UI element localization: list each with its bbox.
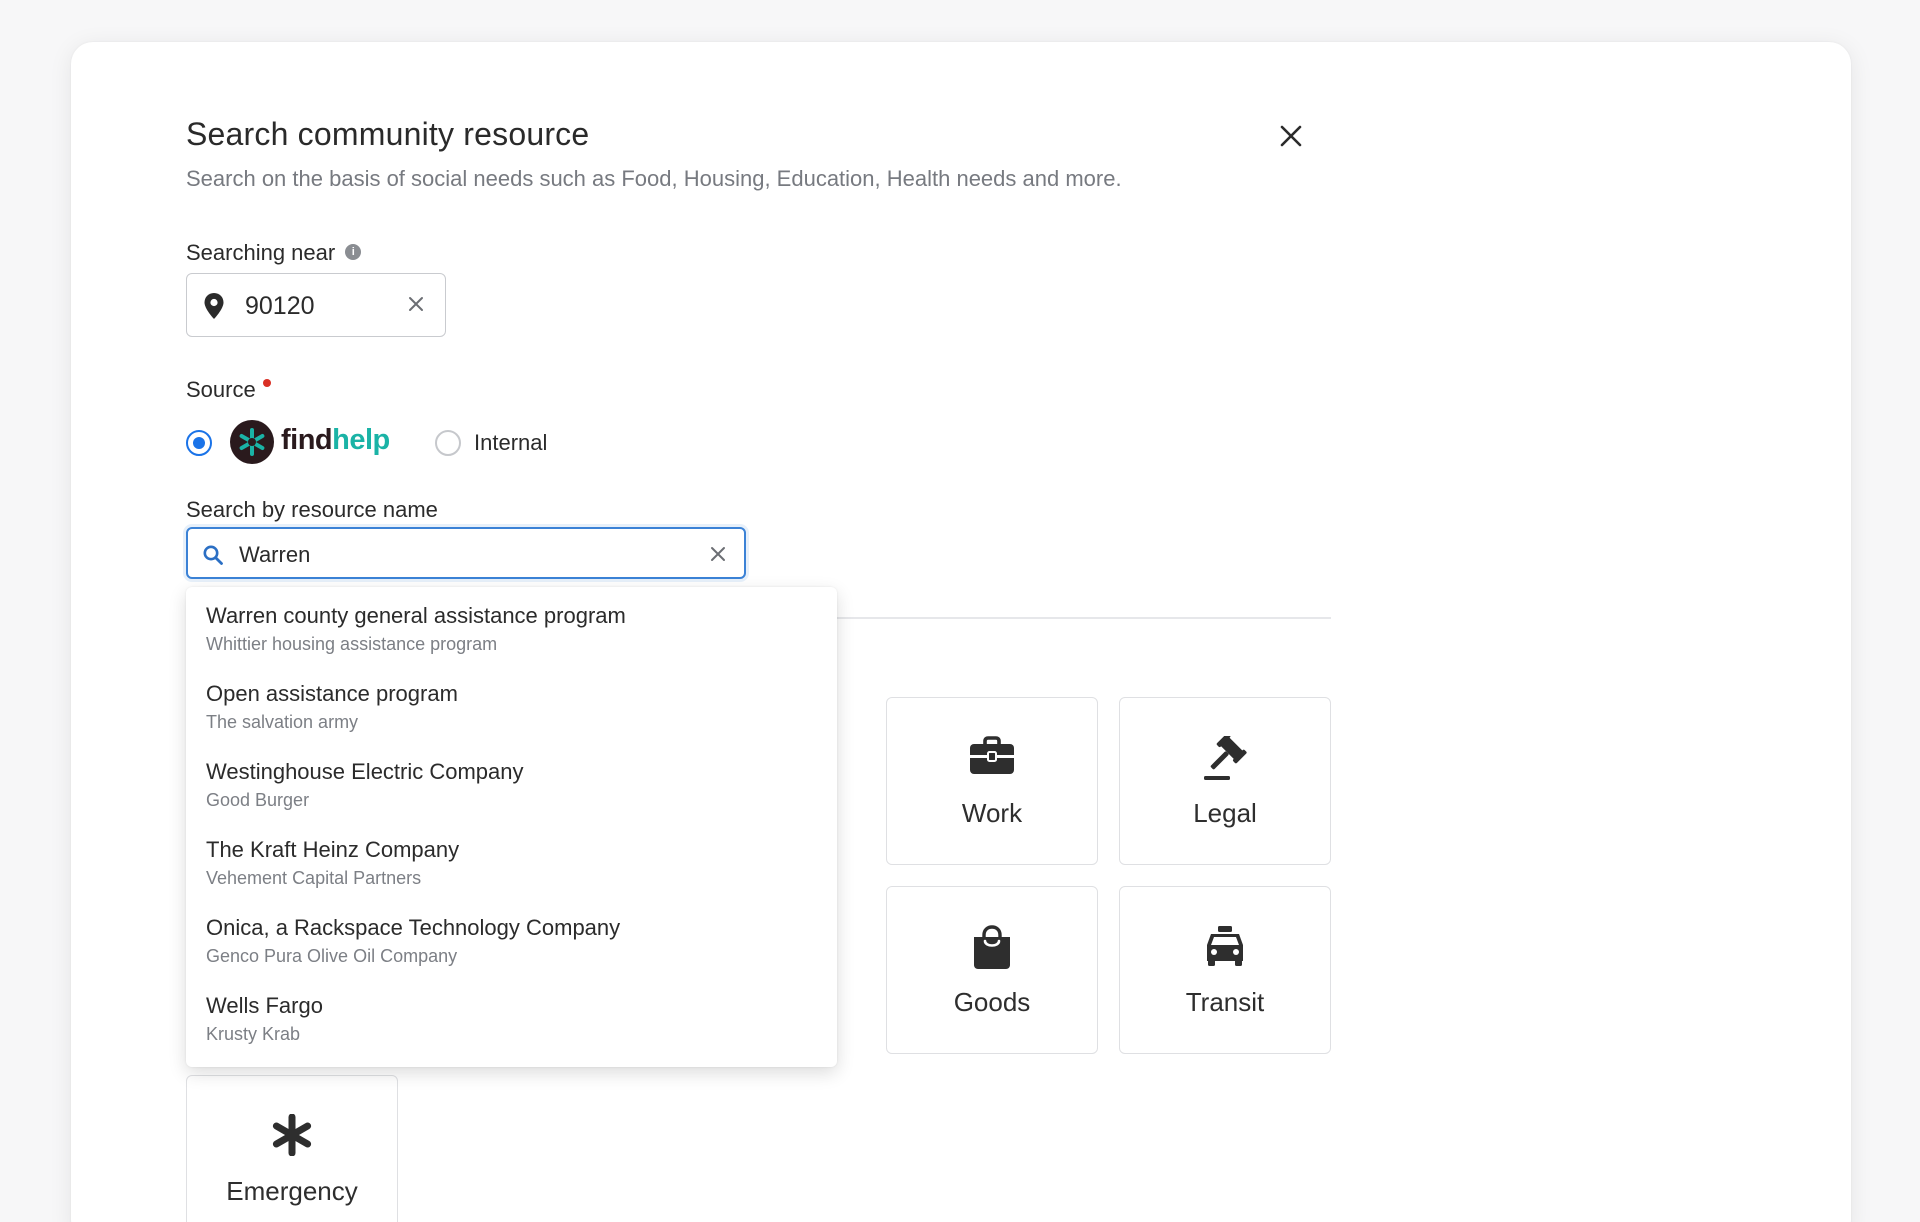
asterisk-icon xyxy=(272,1114,312,1156)
shopping-bag-icon xyxy=(974,925,1010,969)
category-tile-emergency[interactable]: Emergency xyxy=(186,1075,398,1222)
search-resource-dialog: Search community resource Search on the … xyxy=(71,42,1851,1222)
category-tile-legal[interactable]: Legal xyxy=(1119,697,1331,865)
findhelp-wordmark-part1: find xyxy=(281,424,333,456)
category-label: Transit xyxy=(1185,987,1265,1017)
source-radio-internal[interactable] xyxy=(435,430,461,456)
internal-option-label: Internal xyxy=(474,430,548,455)
suggestion-org: The salvation army xyxy=(206,712,359,732)
suggestion-item[interactable]: Onica, a Rackspace Technology Company Ge… xyxy=(186,899,837,977)
gavel-icon xyxy=(1204,736,1247,780)
suggestion-name: Westinghouse Electric Company xyxy=(206,759,524,784)
dialog-subtitle: Search on the basis of social needs such… xyxy=(186,166,1122,191)
source-radio-findhelp[interactable] xyxy=(186,430,212,456)
location-value: 90120 xyxy=(245,292,315,320)
suggestion-org: Whittier housing assistance program xyxy=(206,634,498,654)
category-tile-transit[interactable]: Transit xyxy=(1119,886,1331,1054)
suggestion-name: Open assistance program xyxy=(206,681,458,706)
suggestion-item[interactable]: The Kraft Heinz Company Vehement Capital… xyxy=(186,821,837,899)
suggestion-org: Good Burger xyxy=(206,790,310,810)
category-tile-work[interactable]: Work xyxy=(886,697,1098,865)
category-label: Work xyxy=(961,798,1023,828)
suggestion-name: The Kraft Heinz Company xyxy=(206,837,460,862)
searching-near-label: Searching near i xyxy=(186,240,362,266)
search-icon xyxy=(203,545,223,565)
close-button[interactable] xyxy=(1275,120,1307,152)
suggestion-org: Krusty Krab xyxy=(206,1024,301,1044)
suggestion-name: Onica, a Rackspace Technology Company xyxy=(206,915,621,940)
taxi-icon xyxy=(1207,926,1243,966)
suggestion-item[interactable]: Open assistance program The salvation ar… xyxy=(186,665,837,743)
briefcase-icon xyxy=(970,736,1014,774)
resource-search-value: Warren xyxy=(239,542,311,567)
suggestion-item[interactable]: Warren county general assistance program… xyxy=(186,587,837,665)
source-label: Source xyxy=(186,377,271,403)
suggestion-org: Vehement Capital Partners xyxy=(206,868,422,888)
suggestion-item[interactable]: Westinghouse Electric Company Good Burge… xyxy=(186,743,837,821)
suggestion-org: Genco Pura Olive Oil Company xyxy=(206,946,458,966)
close-icon xyxy=(1280,125,1302,147)
dialog-title: Search community resource xyxy=(186,116,590,152)
category-label: Legal xyxy=(1193,798,1257,828)
info-icon[interactable]: i xyxy=(345,244,362,261)
suggestion-name: Warren county general assistance program xyxy=(206,603,626,628)
searching-near-text: Searching near xyxy=(186,240,336,265)
suggestions-dropdown: Warren county general assistance program… xyxy=(186,587,837,1067)
location-pin-icon xyxy=(204,293,224,319)
findhelp-wordmark: findhelp xyxy=(281,424,390,457)
required-indicator xyxy=(262,379,271,387)
suggestion-name: Wells Fargo xyxy=(206,993,323,1018)
category-label: Emergency xyxy=(226,1176,358,1206)
resource-search-input[interactable]: Warren xyxy=(186,527,746,579)
source-text: Source xyxy=(186,377,256,402)
suggestion-item[interactable]: Wells Fargo Krusty Krab xyxy=(186,977,837,1055)
category-label: Goods xyxy=(953,987,1031,1017)
findhelp-wordmark-part2: help xyxy=(332,424,390,456)
resource-search-label: Search by resource name xyxy=(186,497,438,522)
findhelp-logo-icon xyxy=(230,420,274,464)
category-tile-goods[interactable]: Goods xyxy=(886,886,1098,1054)
clear-search-icon[interactable] xyxy=(709,545,727,563)
location-input[interactable]: 90120 xyxy=(186,273,446,337)
clear-location-icon[interactable] xyxy=(407,295,425,313)
